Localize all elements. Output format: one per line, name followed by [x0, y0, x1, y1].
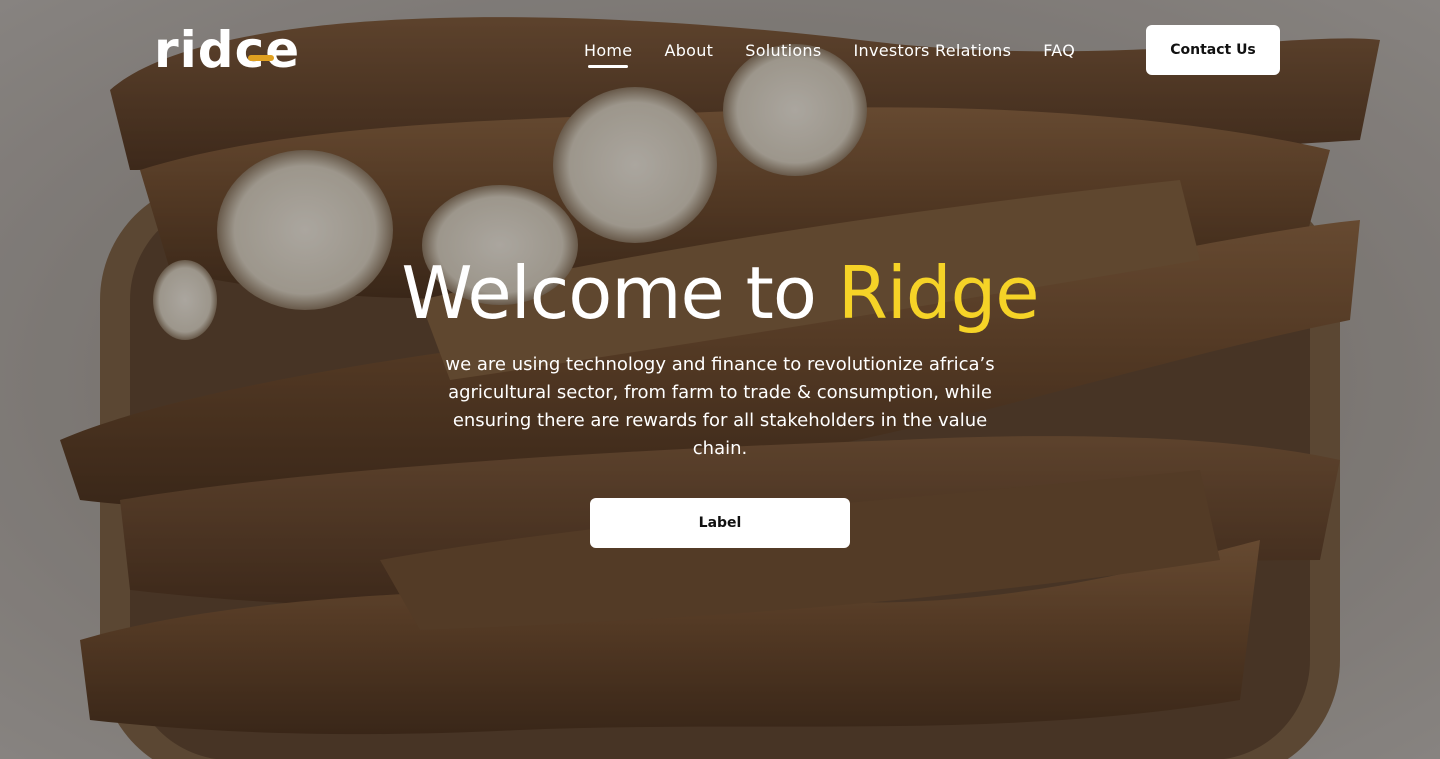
- hero-cta-button[interactable]: Label: [590, 498, 850, 548]
- main-navigation: Home About Solutions Investors Relations…: [568, 32, 1091, 68]
- nav-investors-relations[interactable]: Investors Relations: [853, 35, 1011, 66]
- nav-solutions[interactable]: Solutions: [745, 35, 821, 66]
- headline-ridge: Ridge: [837, 251, 1040, 335]
- hero-headline: Welcome to Ridge: [0, 250, 1440, 336]
- logo-text: ridce: [154, 21, 301, 79]
- nav-faq[interactable]: FAQ: [1043, 35, 1075, 66]
- ridge-logo[interactable]: ridce: [154, 22, 300, 78]
- nav-home[interactable]: Home: [584, 35, 632, 68]
- contact-us-button[interactable]: Contact Us: [1146, 25, 1280, 75]
- headline-welcome: Welcome to: [401, 251, 838, 335]
- logo-accent-dash: [248, 55, 274, 61]
- hero-section: ridce Home About Solutions Investors Rel…: [0, 0, 1440, 759]
- nav-about[interactable]: About: [664, 35, 713, 66]
- hero-subtitle: we are using technology and finance to r…: [445, 354, 995, 459]
